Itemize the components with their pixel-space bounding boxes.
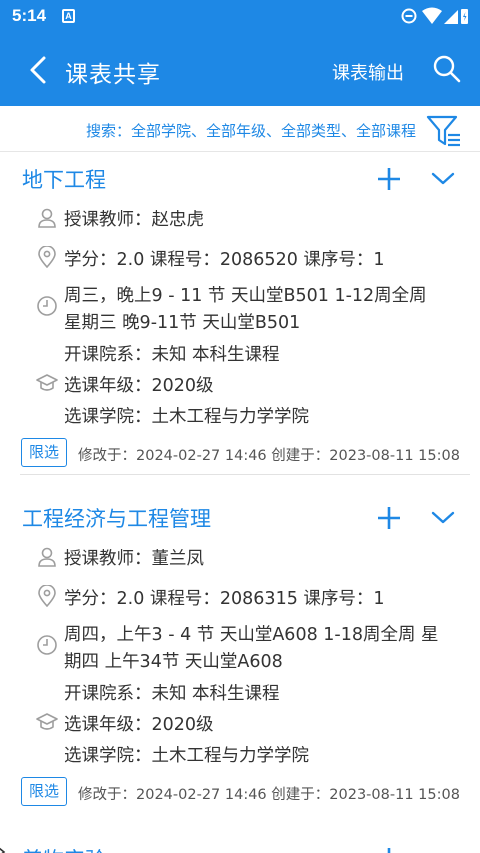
schedule-time-line1: 周三，晚上9 - 11 节 天山堂B501 1-12周全周 [64,286,427,306]
clock-icon [37,635,57,655]
graduation-cap-icon [36,713,58,730]
course-type-badge: 限选 [21,777,67,806]
credit-text: 学分：2.0 课程号：2086520 课序号：1 [64,250,385,270]
system-status-icons [401,7,468,24]
college-text: 选课学院：土木工程与力学学院 [64,407,309,427]
course-type-badge: 限选 [21,438,67,467]
schedule-time-line2: 星期三 晚9-11节 天山堂B501 [64,313,301,333]
page-title: 课表共享 [65,62,161,88]
add-icon[interactable] [376,846,402,853]
wifi-icon [422,7,442,24]
department-text: 开课院系：未知 本科生课程 [64,345,280,365]
teacher-text: 授课教师：赵忠虎 [64,210,204,230]
search-icon[interactable] [432,54,462,84]
schedule-time-line2: 期四 上午34节 天山堂A608 [64,652,283,672]
location-pin-icon [38,246,56,268]
timestamp-text: 修改于：2024-02-27 14:46 创建于：2023-08-11 15:0… [78,448,460,464]
app-notification-icon: A [62,9,75,23]
course-name: 工程经济与工程管理 [22,507,211,531]
chevron-down-icon[interactable] [431,507,455,527]
graduation-cap-icon [36,374,58,391]
teacher-icon [38,547,56,567]
status-bar: 5:14 A [0,0,480,34]
clock-icon [37,296,57,316]
grade-text: 选课年级：2020级 [64,376,214,396]
filter-icon[interactable] [426,114,462,148]
filter-summary[interactable]: 搜索：全部学院、全部年级、全部类型、全部课程 [86,120,416,141]
status-time: 5:14 [12,6,47,25]
location-pin-icon [38,585,56,607]
grade-text: 选课年级：2020级 [64,715,214,735]
teacher-text: 授课教师：董兰凤 [64,549,204,569]
back-arrow-icon[interactable] [24,54,54,86]
divider [20,474,470,475]
add-icon[interactable] [376,166,402,192]
add-icon[interactable] [376,505,402,531]
course-name: 普物实验 [22,844,106,853]
schedule-time-line1: 周四，上午3 - 4 节 天山堂A608 1-18周全周 星 [64,625,439,645]
credit-text: 学分：2.0 课程号：2086315 课序号：1 [64,589,385,609]
filter-bar: 搜索：全部学院、全部年级、全部类型、全部课程 [0,106,480,152]
app-bar: 课表共享 课表输出 [0,34,480,106]
course-card[interactable]: 地下工程 授课教师：赵忠虎 学分：2.0 课程号：2086520 课序号：1 周… [0,164,480,475]
department-text: 开课院系：未知 本科生课程 [64,684,280,704]
teacher-icon [38,208,56,228]
course-card-partial[interactable]: 普物实验 [0,838,480,853]
list-marker-icon [0,847,6,853]
college-text: 选课学院：土木工程与力学学院 [64,746,309,766]
course-name: 地下工程 [22,168,106,192]
timestamp-text: 修改于：2024-02-27 14:46 创建于：2023-08-11 15:0… [78,787,460,803]
export-schedule-button[interactable]: 课表输出 [332,59,404,85]
chevron-down-icon[interactable] [431,168,455,188]
course-card[interactable]: 工程经济与工程管理 授课教师：董兰凤 学分：2.0 课程号：2086315 课序… [0,503,480,813]
signal-icon [444,10,458,24]
